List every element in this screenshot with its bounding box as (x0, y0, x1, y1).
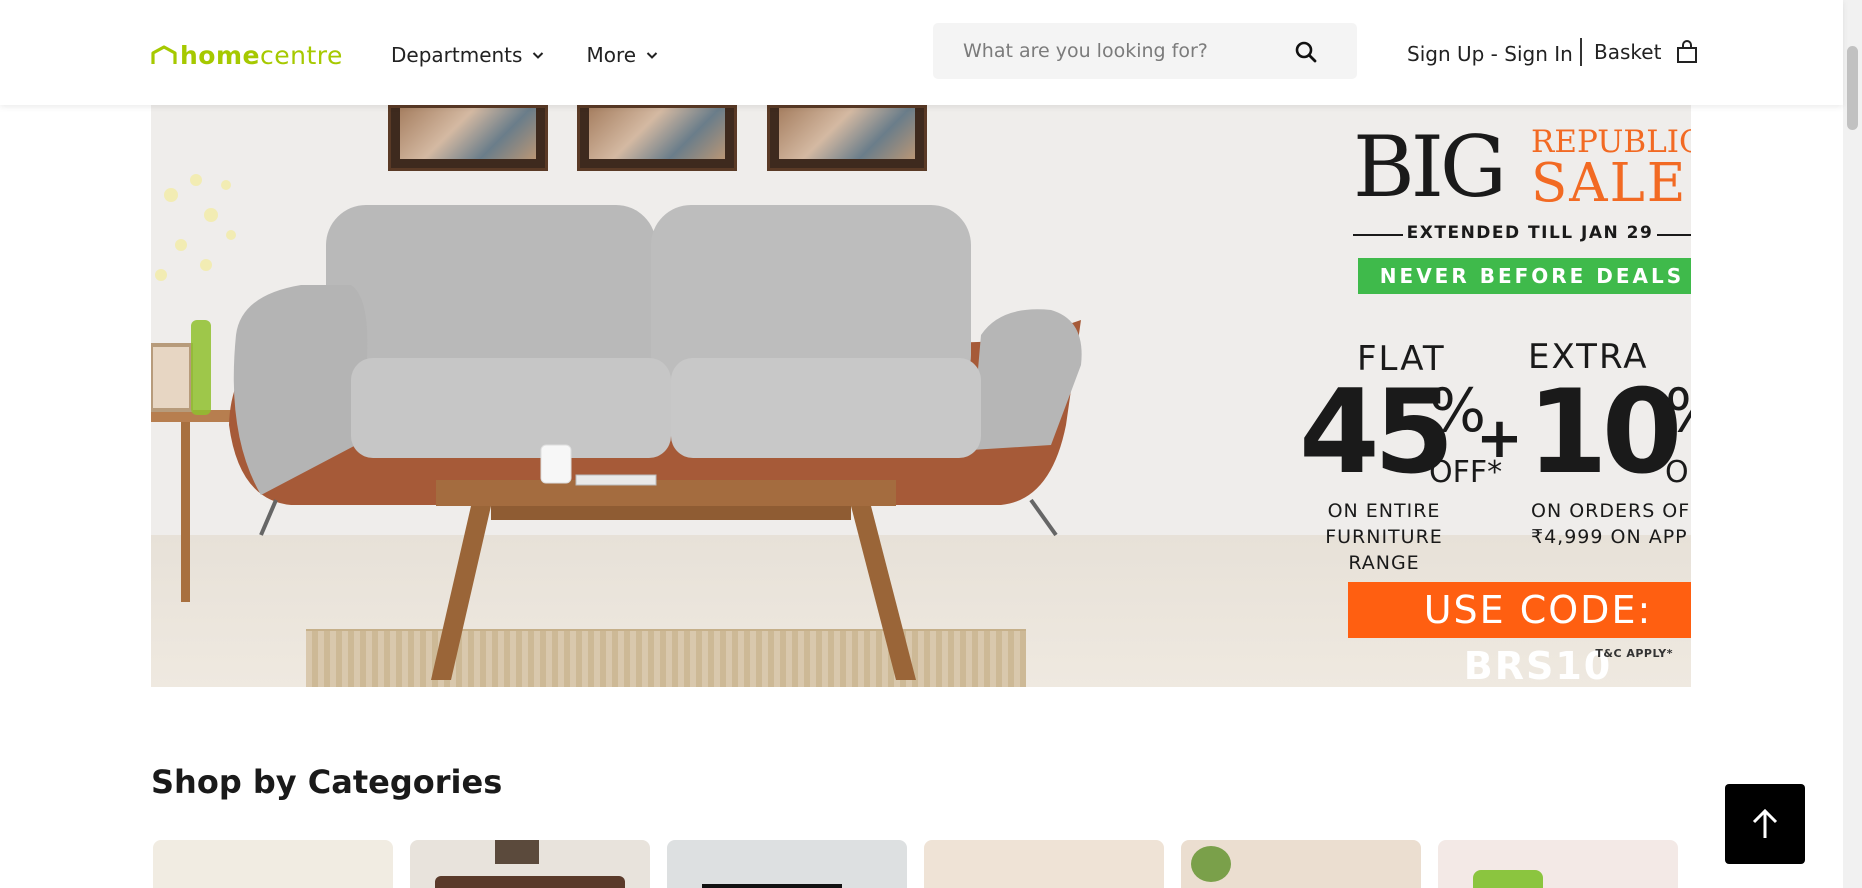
nav-more[interactable]: More (586, 43, 658, 67)
logo-home-text: home (180, 40, 260, 70)
category-card[interactable] (1438, 840, 1678, 888)
site-header: homecentre Departments More Sign Up - Si… (0, 0, 1843, 105)
promo-plus: + (1476, 406, 1523, 471)
search-input[interactable] (963, 40, 1303, 62)
shop-by-categories-title: Shop by Categories (151, 763, 503, 801)
category-card[interactable] (153, 840, 393, 888)
promo-code-value: BRS10 (1463, 644, 1613, 687)
category-card[interactable] (1181, 840, 1421, 888)
promo-tnc: T&C APPLY* (1595, 647, 1673, 660)
promo-never-before-deals: NEVER BEFORE DEALS (1358, 258, 1691, 294)
promo-flat-value: 45 (1299, 365, 1454, 500)
promo-sale: SALE (1531, 153, 1688, 214)
sofa-scene-image (151, 174, 1082, 680)
back-to-top-button[interactable] (1725, 784, 1805, 864)
scrollbar-thumb[interactable] (1847, 46, 1858, 130)
category-card[interactable] (924, 840, 1164, 888)
search-icon[interactable] (1295, 41, 1317, 63)
promo-panel: BIG REPUBLIC SALE EXTENDED TILL JAN 29 N… (1201, 105, 1691, 687)
nav-departments[interactable]: Departments (391, 43, 544, 67)
homecentre-logo[interactable]: home centre (151, 40, 343, 70)
promo-extra-desc-line1: ON ORDERS OF (1531, 500, 1691, 522)
category-cards (153, 840, 1678, 888)
chevron-down-icon (646, 52, 658, 59)
promo-code-badge: USE CODE: BRS10 (1348, 582, 1691, 687)
promo-extra-description: ON ORDERS OF ₹4,999 ON APP (1531, 498, 1691, 550)
promo-extra-value: 10 (1527, 365, 1682, 500)
header-divider (1580, 38, 1582, 66)
promo-extra-desc-line2: ₹4,999 ON APP (1531, 526, 1688, 548)
promo-code-prefix: USE CODE: (1423, 588, 1653, 632)
category-card-image (435, 876, 625, 888)
hero-banner[interactable]: BIG REPUBLIC SALE EXTENDED TILL JAN 29 N… (151, 105, 1691, 687)
logo-centre-text: centre (259, 40, 343, 70)
promo-extra-percent: % (1665, 381, 1691, 441)
category-card-image (702, 884, 842, 888)
promo-flat-desc-line1: ON ENTIRE (1327, 500, 1441, 522)
nav-more-label: More (586, 43, 637, 67)
search-bar (933, 23, 1357, 79)
promo-flat-desc-line2: FURNITURE RANGE (1325, 526, 1443, 574)
basket-icon (1677, 40, 1698, 63)
page-scrollbar[interactable] (1843, 0, 1862, 888)
page: homecentre Departments More Sign Up - Si… (0, 0, 1862, 888)
category-card-image (1191, 846, 1231, 882)
category-card[interactable] (410, 840, 650, 888)
sign-in-link[interactable]: Sign Up - Sign In (1407, 42, 1573, 66)
promo-big: BIG (1353, 118, 1507, 216)
nav-departments-label: Departments (391, 43, 523, 67)
chevron-down-icon (533, 52, 544, 59)
category-card-image (495, 840, 539, 864)
home-logo-icon (151, 45, 177, 64)
category-card[interactable] (667, 840, 907, 888)
basket-label: Basket (1594, 40, 1662, 64)
category-card-image (1473, 870, 1543, 888)
promo-extended: EXTENDED TILL JAN 29 (1353, 223, 1691, 243)
promo-extra-off: OFF* (1665, 455, 1691, 490)
promo-flat-description: ON ENTIRE FURNITURE RANGE (1289, 498, 1479, 576)
basket-button[interactable]: Basket (1594, 40, 1699, 64)
main-nav: Departments More (391, 43, 658, 67)
arrow-up-icon (1752, 808, 1778, 838)
